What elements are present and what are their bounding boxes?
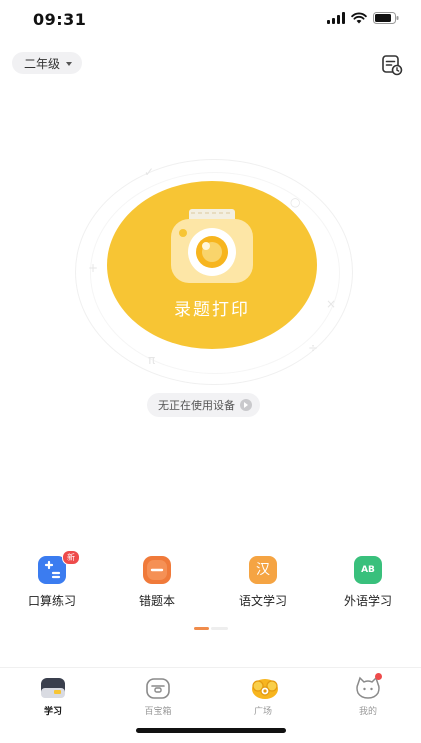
profile-cat-icon [355, 673, 382, 700]
foreign-glyph: AB [361, 565, 375, 575]
decor-times-mark: × [326, 297, 337, 311]
tab-label: 百宝箱 [144, 707, 172, 717]
status-bar: 09:31 [0, 0, 421, 44]
feature-label: 外语学习 [343, 594, 392, 608]
feature-foreign-language[interactable]: AB 外语学习 [318, 556, 418, 609]
bottom-tab-bar: 学习 百宝箱 广场 我的 [0, 667, 421, 717]
tab-label: 学习 [43, 707, 62, 717]
notification-dot [375, 673, 382, 680]
device-status-label: 无正在使用设备 [158, 399, 235, 412]
decor-plus-mark: + [88, 261, 99, 275]
new-badge: 新 [62, 550, 80, 565]
tab-study[interactable]: 学习 [23, 676, 83, 717]
feature-mistake-book[interactable]: 错题本 [107, 556, 207, 609]
decor-circle-mark: ○ [290, 195, 301, 209]
tab-plaza[interactable]: 广场 [233, 676, 293, 717]
tab-toolbox[interactable]: 百宝箱 [128, 676, 188, 717]
feature-grid: 新 口算练习 错题本 汉 语文学习 AB 外语学习 [0, 550, 421, 616]
page-indicator-inactive [211, 627, 228, 630]
grade-label: 二年级 [24, 56, 61, 71]
foreign-language-icon: AB [354, 556, 382, 584]
page-indicator-active [194, 627, 209, 630]
feature-label: 错题本 [138, 594, 175, 608]
grade-selector[interactable]: 二年级 [12, 52, 83, 74]
tab-profile[interactable]: 我的 [338, 673, 398, 717]
tab-label: 我的 [358, 707, 377, 717]
notes-history-icon[interactable] [381, 54, 403, 76]
capture-print-label: 录题打印 [174, 300, 250, 320]
hero-section: ✓ ○ + × π ÷ 录题打印 [72, 157, 358, 387]
study-icon [40, 676, 66, 700]
mistake-book-icon [143, 556, 171, 584]
battery-icon [373, 12, 399, 24]
chinese-glyph: 汉 [256, 562, 270, 578]
page-indicator [194, 627, 228, 630]
device-status-button[interactable]: 无正在使用设备 [147, 393, 260, 417]
calculator-icon: 新 [38, 550, 80, 584]
caret-down-icon [66, 62, 73, 66]
decor-divide-mark: ÷ [308, 341, 319, 355]
capture-print-button[interactable]: 录题打印 [107, 181, 317, 349]
toolbox-icon [145, 676, 171, 700]
feature-label: 语文学习 [238, 594, 287, 608]
decor-check-mark: ✓ [144, 165, 155, 179]
wifi-icon [351, 12, 367, 24]
feature-label: 口算练习 [27, 594, 76, 608]
status-time: 09:31 [33, 10, 87, 29]
tab-label: 广场 [253, 707, 272, 717]
decor-pi-mark: π [148, 353, 156, 367]
cellular-signal-icon [327, 12, 345, 24]
chevron-right-icon [240, 399, 252, 411]
home-indicator [136, 728, 286, 733]
chinese-character-icon: 汉 [249, 556, 277, 584]
plaza-icon [250, 676, 278, 700]
feature-oral-arithmetic[interactable]: 新 口算练习 [2, 550, 102, 609]
status-icons [327, 12, 399, 24]
feature-chinese-study[interactable]: 汉 语文学习 [213, 556, 313, 609]
printer-camera-icon [169, 209, 255, 285]
